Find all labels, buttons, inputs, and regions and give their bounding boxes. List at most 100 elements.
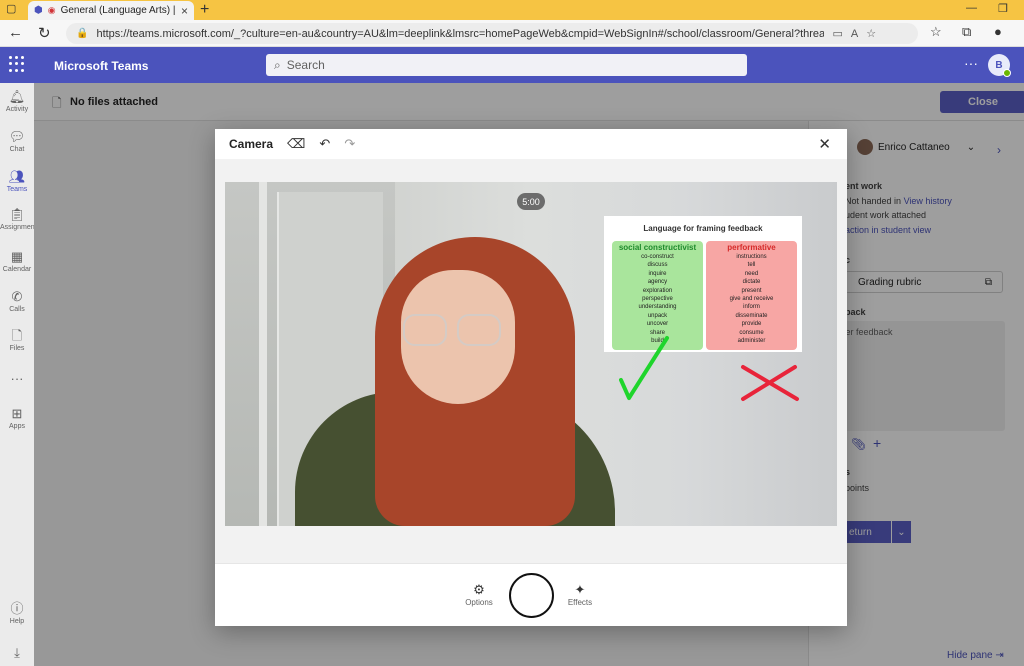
list-item: need [744,270,759,277]
sliders-icon: ⚙︎ [473,582,485,597]
poster-title: Language for framing feedback [643,224,763,233]
back-icon[interactable]: ← [8,24,23,41]
collections-icon[interactable]: ⧉ [962,24,971,40]
effects-button[interactable]: ✦ Effects [560,582,600,607]
capture-button[interactable] [509,573,554,618]
rail-label: Teams [6,186,28,193]
rail-download[interactable]: ⤓ [0,645,34,660]
magic-wand-icon: ✦ [574,582,586,597]
rail-item-apps[interactable]: ⊞ Apps [0,406,34,430]
rail-label: Chat [9,146,25,153]
dialog-title: Camera [229,137,274,151]
avatar[interactable]: B [988,54,1011,77]
tab-title: General (Language Arts) | M [60,5,176,16]
rail-label: Calendar [2,266,32,273]
list-item: uncover [646,321,669,328]
options-button[interactable]: ⚙︎ Options [459,582,499,607]
red-cross-ink [741,365,799,401]
browser-tab-bar: ▢ ⬢ ◉ General (Language Arts) | M × + — … [0,0,1024,20]
redo-icon[interactable]: ↷ [344,136,355,152]
teams-header: Microsoft Teams ⌕ Search ··· B [0,47,1024,83]
list-item: present [741,287,762,294]
sidebar-toggle-icon[interactable]: ▢ [6,2,16,15]
teams-favicon-icon: ⬢ [34,5,43,16]
profile-icon[interactable]: ● [994,24,1002,39]
avatar-initial: B [995,59,1003,71]
list-item: tell [747,262,756,269]
list-item: co-construct [641,254,674,260]
list-item: exploration [642,287,673,294]
presence-available-icon [1003,69,1011,77]
camera-dialog: Camera ⌫ ↶ ↷ ✕ 5:00 Language for framing… [215,129,847,626]
camera-indicator-icon[interactable]: ▭ [832,27,842,40]
download-icon: ⤓ [14,645,20,660]
minimize-icon[interactable]: — [966,2,977,14]
list-item: inquire [648,270,667,277]
help-icon: ⓘ [10,601,24,616]
rail-item-help[interactable]: ⓘ Help [0,601,34,625]
glasses-left [403,314,447,346]
rail-item-assignments[interactable]: 📋︎ Assignments [0,207,41,231]
feedback-poster: Language for framing feedback social con… [604,216,802,352]
rail-label: Activity [5,106,29,113]
list-item: inform [743,304,760,311]
red-column: performative instructions tell need dict… [706,241,797,350]
calendar-icon: ▦ [10,249,24,264]
favorite-icon[interactable]: ☆ [866,27,876,40]
refresh-icon[interactable]: ↻ [38,24,51,42]
recording-icon: ◉ [47,5,56,15]
green-check-ink [619,336,669,400]
assignments-icon: 📋︎ [8,207,26,222]
url-field[interactable]: 🔒 https://teams.microsoft.com/_?culture=… [66,23,918,44]
rail-item-files[interactable]: 🗋 Files [0,328,34,352]
browser-tab[interactable]: ⬢ ◉ General (Language Arts) | M × [28,1,194,20]
more-icon: ··· [10,371,24,386]
camera-preview[interactable]: 5:00 Language for framing feedback socia… [225,182,837,526]
list-item: give and receive [729,296,774,303]
red-column-head: performative [727,243,776,252]
list-item: agency [647,279,668,286]
more-options-icon[interactable]: ··· [964,55,978,71]
camera-stage: 5:00 Language for framing feedback socia… [215,159,847,563]
address-bar-row: ← ↻ 🔒 https://teams.microsoft.com/_?cult… [0,20,1024,47]
effects-label: Effects [567,598,593,607]
rail-label: Help [9,618,25,625]
app-launcher-icon[interactable] [9,56,25,72]
camera-controls: ⚙︎ Options ✦ Effects [215,563,847,626]
favorites-icon[interactable]: ☆ [930,24,942,40]
url-text: https://teams.microsoft.com/_?culture=en… [96,27,825,40]
recording-timer: 5:00 [517,193,545,210]
list-item: understanding [638,304,677,311]
app-name: Microsoft Teams [54,59,149,73]
list-item: unpack [647,312,668,319]
rail-more-apps[interactable]: ··· [0,371,34,386]
restore-icon[interactable]: ❐ [998,2,1008,15]
rail-item-activity[interactable]: 🔔︎ Activity [0,89,34,113]
glasses-right [457,314,501,346]
lock-icon: 🔒 [76,28,89,39]
tab-close-icon[interactable]: × [181,4,188,18]
apps-icon: ⊞ [11,406,23,421]
close-icon[interactable]: ✕ [818,135,831,153]
rail-item-calendar[interactable]: ▦ Calendar [0,249,34,273]
green-column-head: social constructivist [618,243,697,252]
read-aloud-icon[interactable]: A [851,28,858,40]
rail-item-calls[interactable]: ✆ Calls [0,289,34,313]
rail-item-chat[interactable]: 💬︎ Chat [0,129,34,153]
door-frame [259,182,267,526]
search-placeholder: Search [286,58,325,72]
undo-icon[interactable]: ↶ [319,136,330,152]
eraser-icon[interactable]: ⌫ [287,136,305,152]
rail-label: Assignments [0,224,41,231]
left-rail: 🔔︎ Activity 💬︎ Chat 👥︎ Teams 📋︎ Assignme… [0,83,41,666]
file-icon: 🗋 [11,328,23,343]
rail-item-teams[interactable]: 👥︎ Teams [0,169,34,193]
list-item: instructions [736,254,767,260]
list-item: dictate [742,279,761,286]
search-input[interactable]: ⌕ Search [266,54,747,76]
phone-icon: ✆ [11,289,23,304]
list-item: consume [739,329,764,336]
rail-label: Calls [9,306,25,313]
bell-icon: 🔔︎ [8,89,26,104]
new-tab-button[interactable]: + [200,0,209,20]
